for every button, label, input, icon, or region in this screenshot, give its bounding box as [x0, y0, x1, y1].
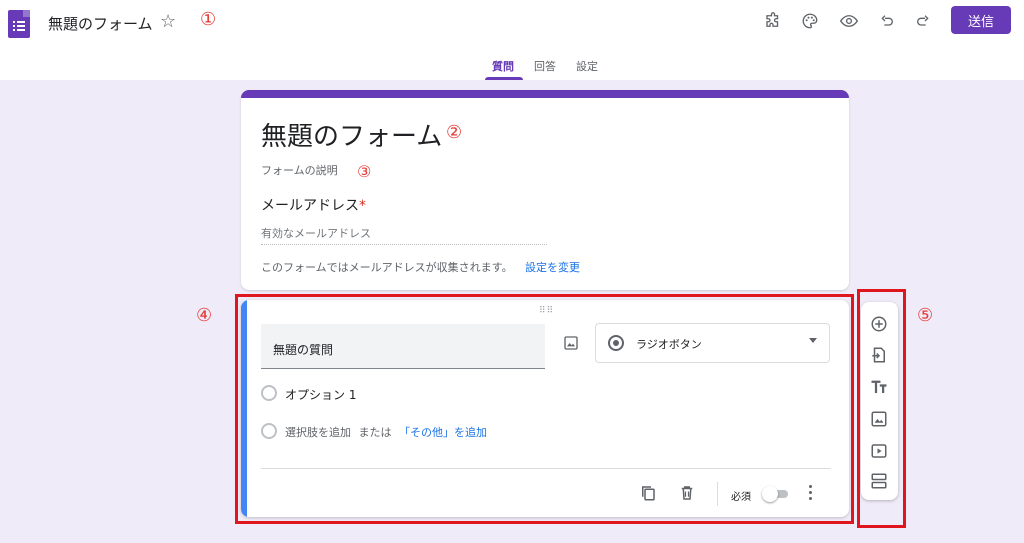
active-tab-indicator: [485, 77, 523, 80]
email-field: 有効なメールアドレス: [261, 225, 547, 245]
annotation-5: ⑤: [917, 305, 934, 326]
forms-logo-icon[interactable]: [8, 10, 30, 38]
annotation-1: ①: [200, 9, 217, 30]
star-icon[interactable]: ☆: [160, 11, 176, 32]
required-asterisk: *: [359, 198, 366, 214]
undo-icon[interactable]: [876, 10, 898, 32]
tab-responses[interactable]: 回答: [534, 58, 556, 74]
document-title[interactable]: 無題のフォーム: [48, 13, 153, 34]
redo-icon[interactable]: [912, 10, 934, 32]
tab-settings[interactable]: 設定: [576, 58, 598, 74]
form-description-field[interactable]: フォームの説明: [261, 162, 338, 178]
form-header-card: 無題のフォーム ② フォームの説明 ③ メールアドレス* 有効なメールアドレス …: [241, 90, 849, 290]
email-label-text: メールアドレス: [261, 198, 359, 214]
email-question-label: メールアドレス*: [261, 195, 366, 215]
annotation-4: ④: [196, 305, 213, 326]
annotation-2: ②: [446, 122, 463, 143]
top-bar: 無題のフォーム ☆ ① 送信 質問 回答 設定: [0, 0, 1024, 80]
addon-icon[interactable]: [762, 10, 784, 32]
form-title[interactable]: 無題のフォーム: [261, 116, 442, 153]
email-collection-note: このフォームではメールアドレスが収集されます。: [261, 261, 513, 274]
annotation-box-question: [235, 294, 854, 524]
palette-icon[interactable]: [799, 10, 821, 32]
tab-bar: 質問 回答 設定: [0, 56, 1024, 80]
preview-eye-icon[interactable]: [838, 10, 860, 32]
send-button[interactable]: 送信: [951, 6, 1011, 34]
annotation-box-toolbar: [857, 289, 906, 528]
change-settings-link[interactable]: 設定を変更: [525, 259, 580, 275]
annotation-3: ③: [357, 162, 372, 181]
tab-questions[interactable]: 質問: [492, 58, 514, 74]
